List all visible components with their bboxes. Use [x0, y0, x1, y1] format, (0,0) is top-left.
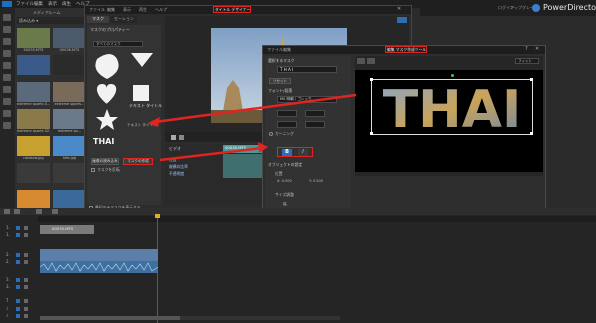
track-header-row[interactable]: 2. [0, 252, 38, 259]
timeline-scrollbar[interactable] [40, 316, 340, 320]
track-enable-checkbox[interactable] [16, 285, 20, 289]
track-lock-icon[interactable] [24, 260, 28, 264]
video-clip-track1[interactable] [40, 249, 158, 273]
timeline-scroll-thumb[interactable] [40, 316, 180, 320]
track-number: ♪ [6, 313, 9, 318]
track-enable-checkbox[interactable] [16, 314, 20, 318]
video-clip-thumbnails [40, 249, 158, 261]
track-enable-checkbox[interactable] [16, 233, 20, 237]
track-header-row[interactable]: 1. [0, 225, 38, 232]
delete-icon[interactable] [52, 209, 58, 214]
audio-waveform [40, 262, 158, 272]
arrow-to-thai-thumbnail [154, 93, 357, 124]
track-number: T [6, 298, 9, 303]
track-number: 1. [6, 225, 10, 230]
arrow-head-create [258, 142, 268, 153]
arrow-head-thai [148, 117, 160, 127]
split-icon[interactable] [36, 209, 42, 214]
track-enable-checkbox[interactable] [16, 253, 20, 257]
track-header-row[interactable]: 2. [0, 259, 38, 266]
track-lock-icon[interactable] [24, 226, 28, 230]
track-lock-icon[interactable] [24, 314, 28, 318]
playhead-marker-icon[interactable] [155, 214, 160, 218]
track-enable-checkbox[interactable] [16, 226, 20, 230]
track-header-row[interactable]: T [0, 298, 38, 305]
track-header-row[interactable]: 1. [0, 232, 38, 239]
track-number: 3. [6, 277, 10, 282]
track-lock-icon[interactable] [24, 299, 28, 303]
track-number: 3. [6, 284, 10, 289]
track-header-row[interactable]: ♪ [0, 306, 38, 313]
timeline-ruler[interactable] [38, 216, 596, 222]
track-header-row[interactable]: 3. [0, 284, 38, 291]
track-lock-icon[interactable] [24, 307, 28, 311]
timeline-view-icon[interactable] [4, 209, 10, 214]
arrow-to-create-mask [159, 146, 263, 162]
title-clip[interactable]: 00035.MTS [40, 225, 94, 234]
track-header-row[interactable]: 3. [0, 277, 38, 284]
track-number: ♪ [6, 306, 9, 311]
track-header-row[interactable]: ♪ [0, 313, 38, 320]
track-enable-checkbox[interactable] [16, 278, 20, 282]
storyboard-view-icon[interactable] [14, 209, 20, 214]
track-lock-icon[interactable] [24, 253, 28, 257]
track-number: 2. [6, 252, 10, 257]
track-enable-checkbox[interactable] [16, 299, 20, 303]
track-number: 1. [6, 232, 10, 237]
track-headers: 1. 1. 2. 2. 3. 3. T ♪ ♪ [0, 222, 38, 323]
track-number: 2. [6, 259, 10, 264]
track-lock-icon[interactable] [24, 285, 28, 289]
track-lock-icon[interactable] [24, 278, 28, 282]
timeline-panel: 1. 1. 2. 2. 3. 3. T ♪ ♪ 00035.MTS [0, 208, 596, 323]
timeline-toolbar [0, 208, 596, 215]
track-enable-checkbox[interactable] [16, 307, 20, 311]
track-lock-icon[interactable] [24, 233, 28, 237]
track-enable-checkbox[interactable] [16, 260, 20, 264]
